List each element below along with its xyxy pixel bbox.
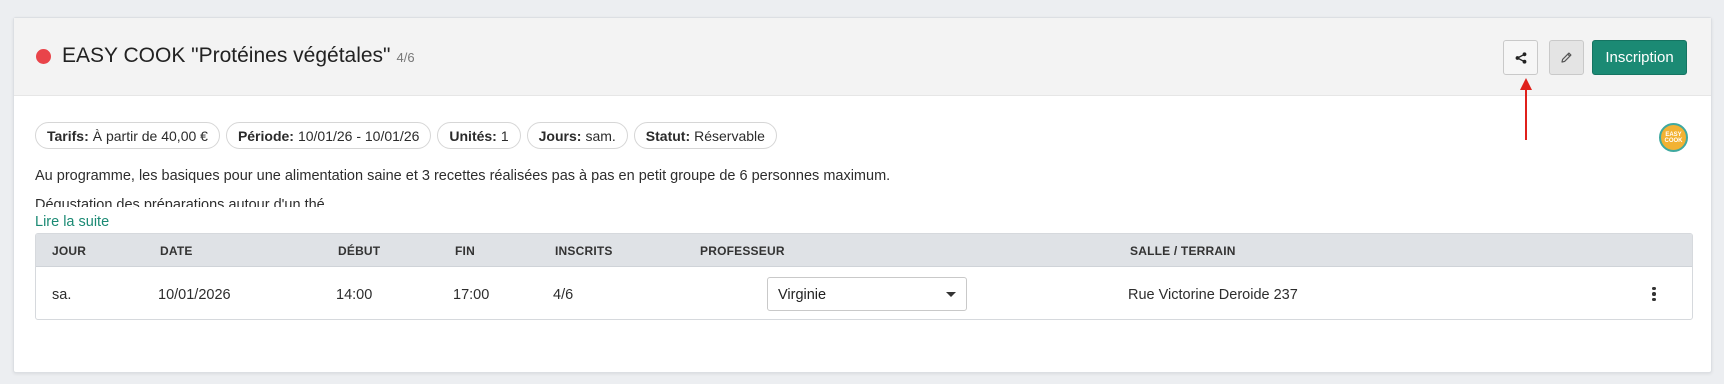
share-button[interactable] [1503,40,1538,75]
kebab-dot-icon [1652,297,1656,302]
column-header-fin: FIN [455,244,475,258]
table-header: JOUR DATE DÉBUT FIN INSCRITS PROFESSEUR … [36,234,1692,267]
tag-jours: Jours: sam. [526,122,628,149]
pencil-icon [1561,52,1572,63]
column-header-salle: SALLE / TERRAIN [1130,244,1236,258]
tag-label: Jours: [538,127,582,144]
tag-label: Unités: [449,127,497,144]
row-actions-menu[interactable] [1644,282,1664,306]
logo-text: EASY COOK [1664,131,1683,144]
tag-label: Période: [237,127,294,144]
tag-value: 10/01/26 - 10/01/26 [297,127,420,144]
column-header-date: DATE [160,244,193,258]
sessions-table: JOUR DATE DÉBUT FIN INSCRITS PROFESSEUR … [35,233,1693,320]
tag-periode: Période: 10/01/26 - 10/01/26 [225,122,432,149]
chevron-down-icon [946,292,956,297]
tag-tarifs: Tarifs: À partir de 40,00 € [35,122,220,149]
edit-button[interactable] [1549,40,1584,75]
cell-salle: Rue Victorine Deroide 237 [1128,287,1298,303]
column-header-jour: JOUR [52,244,87,258]
kebab-dot-icon [1652,292,1656,296]
description-text-truncated: Dégustation des préparations autour d'un… [35,197,329,207]
column-header-professeur: PROFESSEUR [700,244,785,258]
tag-label: Tarifs: [47,127,89,144]
professeur-select[interactable]: Virginie [767,277,967,311]
tag-label: Statut: [645,127,691,144]
card-header: EASY COOK "Protéines végétales" 4/6 Inscr… [14,18,1711,96]
cell-jour: sa. [52,287,72,303]
tag-value: 1 [500,127,509,144]
read-more-link[interactable]: Lire la suite [35,214,109,230]
inscription-button[interactable]: Inscription [1592,40,1687,75]
share-icon [1515,51,1526,64]
course-count: 4/6 [396,50,415,65]
tag-value: À partir de 40,00 € [92,127,208,144]
brand-logo: EASY COOK [1659,123,1688,152]
cell-date: 10/01/2026 [158,287,231,303]
kebab-dot-icon [1652,286,1656,291]
column-header-debut: DÉBUT [338,244,381,258]
tag-unites: Unités: 1 [437,122,521,149]
tag-statut: Statut: Réservable [633,122,777,149]
column-header-inscrits: INSCRITS [555,244,613,258]
course-title: EASY COOK "Protéines végétales" 4/6 [62,44,415,68]
tag-value: Réservable [694,127,765,144]
cell-fin: 17:00 [453,287,490,303]
description-text: Au programme, les basiques pour une alim… [35,168,891,184]
course-card: EASY COOK "Protéines végétales" 4/6 Inscr… [13,17,1712,373]
tag-value: sam. [585,127,616,144]
annotation-arrow [1520,78,1532,140]
status-indicator [36,49,51,64]
cell-debut: 14:00 [336,287,373,303]
info-tags: Tarifs: À partir de 40,00 € Période: 10/01… [35,122,777,149]
professeur-select-value: Virginie [778,287,827,303]
cell-inscrits: 4/6 [553,287,574,303]
course-title-text: EASY COOK "Protéines végétales" [62,44,391,67]
